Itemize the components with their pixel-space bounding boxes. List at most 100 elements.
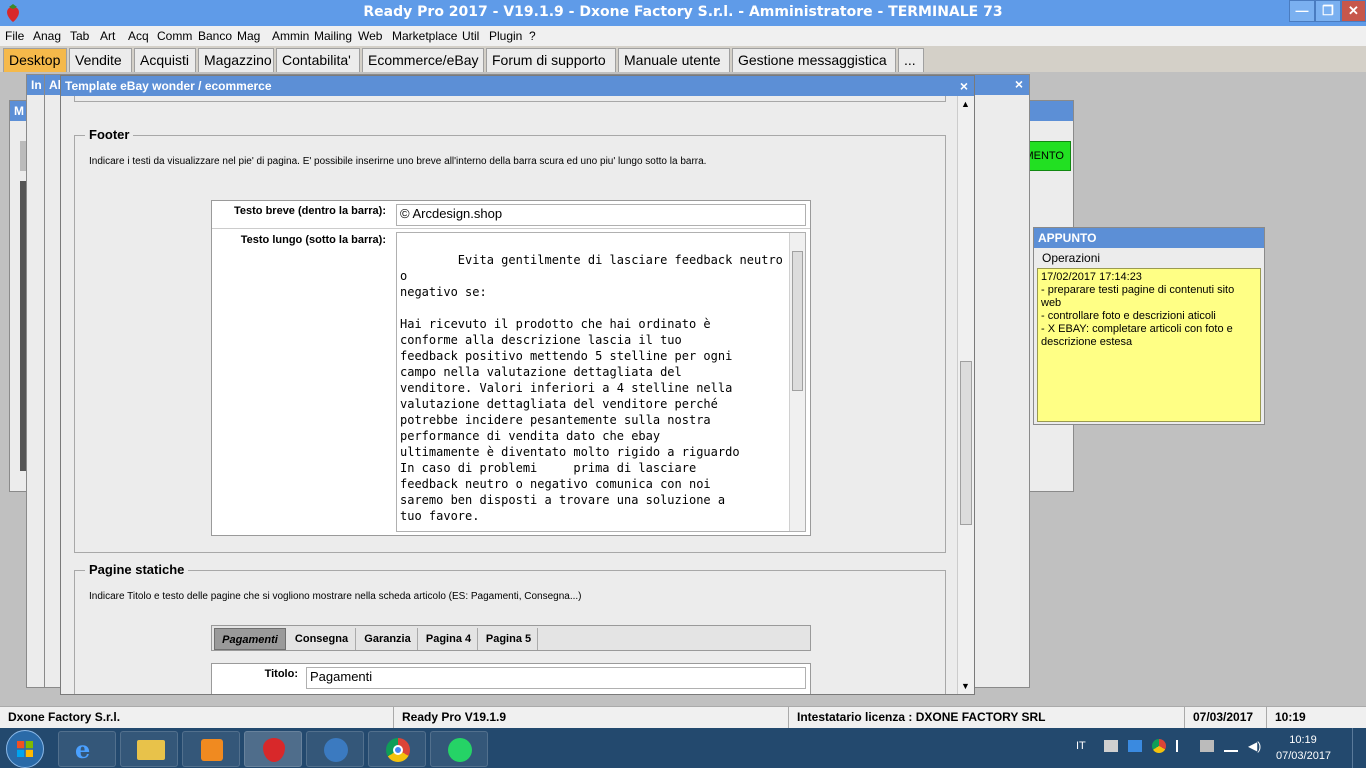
tab-pagina-4[interactable]: Pagina 4: [420, 628, 478, 650]
tab-garanzia[interactable]: Garanzia: [358, 628, 418, 650]
thunderbird-icon[interactable]: [306, 731, 364, 767]
menu-bar: File Anag Tab Art Acq Comm Banco Mag Amm…: [0, 26, 1366, 46]
tray-flag-icon[interactable]: [1176, 740, 1188, 752]
ready-pro-taskbar-icon[interactable]: [244, 731, 302, 767]
menu-anag[interactable]: Anag: [33, 29, 61, 43]
long-text-label: Testo lungo (sotto la barra):: [240, 234, 386, 246]
footer-heading: Footer: [85, 127, 134, 142]
note-line: 17/02/2017 17:14:23: [1041, 271, 1142, 283]
status-date: 07/03/2017: [1185, 707, 1267, 728]
note-line: - X EBAY: completare articoli con foto e…: [1041, 323, 1233, 348]
previous-group-border: [74, 96, 946, 102]
title-label: Titolo:: [264, 668, 298, 680]
tab-more[interactable]: ...: [898, 48, 924, 72]
short-text-input[interactable]: © Arcdesign.shop: [396, 204, 806, 226]
menu-help[interactable]: ?: [529, 29, 536, 43]
textarea-scroll-thumb[interactable]: [792, 251, 803, 391]
menu-mailing[interactable]: Mailing: [314, 29, 352, 43]
appunto-title: APPUNTO: [1034, 228, 1264, 248]
tab-contabilita[interactable]: Contabilita': [276, 48, 360, 72]
note-line: - controllare foto e descrizioni aticoli: [1041, 310, 1216, 322]
long-text-content: Evita gentilmente di lasciare feedback n…: [400, 253, 783, 523]
static-pages-heading: Pagine statiche: [85, 562, 189, 577]
long-text-textarea[interactable]: Evita gentilmente di lasciare feedback n…: [396, 232, 806, 532]
footer-group: Footer Indicare i testi da visualizzare …: [74, 127, 946, 553]
dialog-close-button[interactable]: ×: [960, 76, 968, 96]
footer-form: Testo breve (dentro la barra): © Arcdesi…: [211, 200, 811, 536]
menu-file[interactable]: File: [5, 29, 24, 43]
tab-pagina-5[interactable]: Pagina 5: [480, 628, 538, 650]
tab-consegna[interactable]: Consegna: [288, 628, 356, 650]
dialog-scroll-thumb[interactable]: [960, 361, 972, 525]
appunto-operations-menu[interactable]: Operazioni: [1034, 248, 1264, 268]
whatsapp-icon[interactable]: [430, 731, 488, 767]
tab-forum[interactable]: Forum di supporto: [486, 48, 616, 72]
static-pages-description: Indicare Titolo e testo delle pagine che…: [89, 591, 582, 602]
start-button[interactable]: [6, 730, 44, 768]
windows-logo-icon: [17, 741, 33, 757]
main-tab-bar: Desktop Vendite Acquisti Magazzino Conta…: [0, 46, 1366, 72]
menu-banco[interactable]: Banco: [198, 29, 232, 43]
tab-pagamenti[interactable]: Pagamenti: [214, 628, 286, 650]
tray-chrome-icon[interactable]: [1152, 739, 1166, 753]
clock-date: 07/03/2017: [1276, 750, 1332, 762]
tab-manuale[interactable]: Manuale utente: [618, 48, 730, 72]
clock-time: 10:19: [1289, 734, 1317, 746]
status-license: Intestatario licenza : DXONE FACTORY SRL: [789, 707, 1185, 728]
menu-web[interactable]: Web: [358, 29, 382, 43]
tab-magazzino[interactable]: Magazzino: [198, 48, 274, 72]
scroll-down-icon[interactable]: ▼: [961, 681, 970, 691]
close-icon[interactable]: ×: [1015, 76, 1023, 92]
tray-volume-icon[interactable]: ◀): [1248, 739, 1261, 753]
minimize-button[interactable]: —: [1289, 0, 1315, 22]
status-bar: Dxone Factory S.r.l. Ready Pro V19.1.9 I…: [0, 706, 1366, 728]
menu-art[interactable]: Art: [100, 29, 115, 43]
show-desktop-button[interactable]: [1352, 728, 1366, 768]
form-divider: [212, 228, 810, 229]
tab-acquisti[interactable]: Acquisti: [134, 48, 196, 72]
menu-util[interactable]: Util: [462, 29, 479, 43]
menu-marketplace[interactable]: Marketplace: [392, 29, 457, 43]
tray-app-icon[interactable]: [1128, 740, 1142, 752]
title-input[interactable]: Pagamenti: [306, 667, 806, 689]
internet-explorer-icon[interactable]: e: [58, 731, 116, 767]
maximize-button[interactable]: ❐: [1315, 0, 1341, 22]
menu-comm[interactable]: Comm: [157, 29, 192, 43]
media-player-icon[interactable]: [182, 731, 240, 767]
scroll-up-icon[interactable]: ▲: [961, 99, 970, 109]
menu-plugin[interactable]: Plugin: [489, 29, 522, 43]
tab-ecommerce-ebay[interactable]: Ecommerce/eBay: [362, 48, 484, 72]
status-version: Ready Pro V19.1.9: [394, 707, 789, 728]
file-explorer-icon[interactable]: [120, 731, 178, 767]
static-pages-tabs: Pagamenti Consegna Garanzia Pagina 4 Pag…: [211, 625, 811, 651]
status-time: 10:19: [1275, 710, 1306, 724]
tray-network-icon[interactable]: [1104, 740, 1118, 752]
taskbar-clock[interactable]: 10:19 07/03/2017: [1276, 732, 1332, 764]
note-line: - preparare testi pagine di contenuti si…: [1041, 284, 1235, 309]
language-indicator[interactable]: IT: [1076, 740, 1086, 752]
window-title: Ready Pro 2017 - V19.1.9 - Dxone Factory…: [363, 4, 1003, 20]
menu-acq[interactable]: Acq: [128, 29, 149, 43]
menu-mag[interactable]: Mag: [237, 29, 260, 43]
appunto-widget: APPUNTO Operazioni 17/02/2017 17:14:23 -…: [1033, 227, 1265, 425]
tab-desktop[interactable]: Desktop: [3, 48, 67, 72]
appunto-note[interactable]: 17/02/2017 17:14:23 - preparare testi pa…: [1037, 268, 1261, 422]
close-button[interactable]: ✕: [1341, 0, 1366, 22]
chrome-icon[interactable]: [368, 731, 426, 767]
taskbar: e IT ◀) 10:19 07/03/2017: [0, 728, 1366, 768]
dialog-title-bar: Template eBay wonder / ecommerce ×: [61, 76, 974, 96]
tray-signal-icon[interactable]: [1224, 740, 1238, 752]
tab-vendite[interactable]: Vendite: [69, 48, 132, 72]
footer-description: Indicare i testi da visualizzare nel pie…: [89, 156, 707, 167]
menu-ammin[interactable]: Ammin: [272, 29, 309, 43]
static-page-form: Titolo: Pagamenti: [211, 663, 811, 694]
dialog-scrollbar[interactable]: ▲ ▼: [957, 96, 974, 694]
tab-messaggistica[interactable]: Gestione messaggistica: [732, 48, 896, 72]
status-company: Dxone Factory S.r.l.: [0, 707, 394, 728]
short-text-label: Testo breve (dentro la barra):: [234, 205, 386, 217]
tray-device-icon[interactable]: [1200, 740, 1214, 752]
textarea-scrollbar[interactable]: [789, 233, 805, 531]
static-pages-group: Pagine statiche Indicare Titolo e testo …: [74, 562, 946, 694]
dialog-title: Template eBay wonder / ecommerce: [65, 79, 272, 93]
menu-tab[interactable]: Tab: [70, 29, 89, 43]
